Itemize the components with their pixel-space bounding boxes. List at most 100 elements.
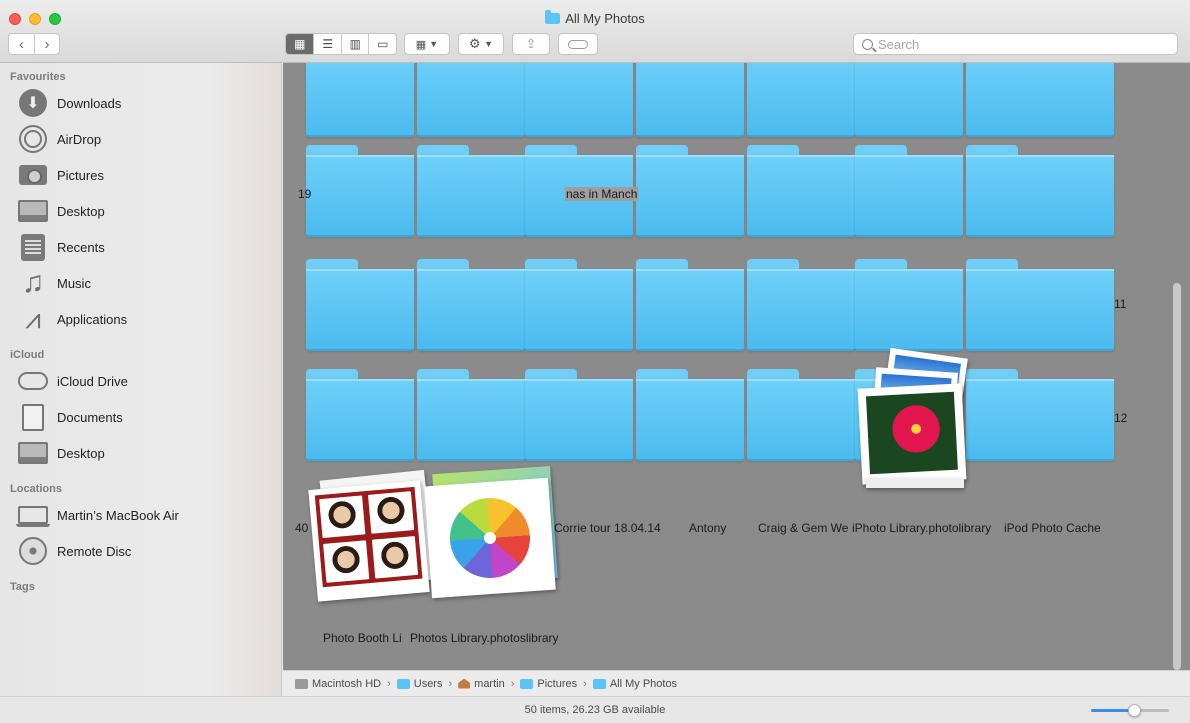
folder-icon[interactable] (417, 259, 525, 351)
file-label[interactable]: Photo Booth Li (323, 631, 402, 645)
folder-icon[interactable] (636, 259, 744, 351)
disc-icon (17, 537, 49, 565)
sidebar-section-locations: Locations (10, 483, 62, 495)
file-label: 19 (298, 187, 312, 201)
folder-icon[interactable] (417, 63, 525, 137)
sidebar-item-icloud-drive[interactable]: iCloud Drive (17, 366, 267, 396)
folder-icon[interactable] (306, 259, 414, 351)
folder-icon[interactable] (525, 63, 633, 137)
folder-icon[interactable] (966, 259, 1114, 351)
file-label[interactable]: Craig & Gem We (758, 521, 848, 535)
sidebar-item-recents[interactable]: Recents (17, 232, 267, 262)
columns-icon: ▥ (349, 37, 361, 51)
folder-icon[interactable] (747, 63, 855, 137)
breadcrumb-pictures[interactable]: Pictures (520, 678, 577, 690)
sidebar-item-downloads[interactable]: ⬇ Downloads (17, 88, 267, 118)
folder-icon[interactable] (855, 63, 963, 137)
sidebar-item-applications[interactable]: ⩘ Applications (17, 303, 267, 334)
document-icon (17, 403, 49, 431)
file-label[interactable]: Photos Library.photoslibrary (410, 631, 559, 645)
search-field[interactable] (853, 33, 1178, 55)
file-label: 11 (1114, 297, 1127, 311)
folder-icon[interactable] (747, 145, 855, 237)
sidebar-item-label: Documents (57, 409, 123, 425)
sidebar-item-label: Applications (57, 311, 128, 327)
breadcrumb-martin[interactable]: martin (458, 678, 505, 690)
folder-icon[interactable] (966, 63, 1114, 137)
sidebar-item-documents[interactable]: Documents (17, 402, 267, 432)
folder-icon[interactable] (747, 259, 855, 351)
camera-icon (17, 161, 49, 189)
sidebar-item-music[interactable]: ♫ Music (17, 266, 267, 299)
chevron-left-icon: ‹ (18, 35, 24, 53)
breadcrumb-users[interactable]: Users (396, 678, 442, 690)
sidebar-item-desktop[interactable]: Desktop (17, 196, 267, 226)
slider-knob[interactable] (1127, 704, 1141, 717)
folder-icon[interactable] (306, 63, 414, 137)
sidebar-item-pictures[interactable]: Pictures (17, 160, 267, 190)
back-button[interactable]: ‹ (9, 34, 34, 54)
file-label[interactable]: Antony (689, 521, 726, 535)
folder-icon[interactable] (747, 369, 855, 461)
photos-app-icon (447, 495, 533, 581)
folder-icon[interactable] (966, 145, 1114, 237)
chevron-right-icon: › (44, 35, 50, 53)
scrollbar-thumb[interactable] (1173, 283, 1181, 670)
photo-booth-library-icon[interactable] (305, 469, 436, 606)
action-menu-button[interactable]: ⚙ ▼ (458, 33, 504, 55)
folder-icon[interactable] (636, 145, 744, 237)
hard-drive-icon (295, 678, 308, 689)
file-label: 12 (1114, 411, 1128, 425)
sidebar-item-label: AirDrop (57, 131, 102, 147)
folder-icon[interactable] (525, 369, 633, 461)
folder-icon[interactable] (306, 145, 414, 237)
sidebar-item-airdrop[interactable]: AirDrop (17, 124, 267, 154)
file-label-selected[interactable]: nas in Manch (565, 187, 639, 201)
folder-icon[interactable] (855, 259, 963, 351)
list-view-button[interactable]: ☰ (313, 34, 341, 54)
sidebar-item-label: Downloads (57, 95, 122, 111)
finder-window: All My Photos ‹ › ▦ ☰ ▥ ▭ ▦ ▼ ⚙ ▼ ⇪ Sear… (0, 0, 1190, 723)
breadcrumb-label: Pictures (537, 677, 578, 690)
breadcrumb-label: Macintosh HD (312, 677, 382, 690)
folder-icon[interactable] (306, 369, 414, 461)
recents-icon (17, 233, 49, 261)
icon-view-button[interactable]: ▦ (286, 34, 314, 54)
window-title-text: All My Photos (565, 11, 645, 26)
folder-icon[interactable] (417, 369, 525, 461)
folder-icon[interactable] (417, 145, 525, 237)
group-by-button[interactable]: ▦ ▼ (404, 33, 450, 55)
column-view-button[interactable]: ▥ (340, 34, 369, 54)
folder-icon[interactable] (636, 63, 744, 137)
folder-icon[interactable] (855, 145, 963, 237)
gallery-view-button[interactable]: ▭ (368, 34, 396, 54)
window-title: All My Photos (0, 10, 1190, 26)
sidebar-item-macbook[interactable]: Martin’s MacBook Air (16, 500, 267, 530)
music-icon: ♫ (21, 266, 45, 299)
airdrop-icon (17, 125, 49, 153)
iphoto-library-icon[interactable] (856, 347, 971, 498)
breadcrumb-macintosh-hd[interactable]: Macintosh HD (295, 678, 381, 690)
search-input[interactable] (878, 36, 1158, 52)
breadcrumb-label: All My Photos (609, 677, 678, 690)
file-label[interactable]: iPhoto Library.photolibrary (852, 521, 991, 535)
home-icon (458, 678, 471, 689)
edit-tags-button[interactable] (558, 33, 598, 55)
status-bar: 50 items, 26.23 GB available (0, 696, 1190, 723)
sidebar-item-icloud-desktop[interactable]: Desktop (17, 438, 267, 468)
folder-icon[interactable] (966, 369, 1114, 461)
file-label[interactable]: iPod Photo Cache (1004, 521, 1101, 535)
file-grid[interactable]: 19 nas in Manch 11 12 40 Corrie tour 18.… (283, 63, 1190, 670)
share-button[interactable]: ⇪ (512, 33, 550, 55)
photos-library-icon[interactable] (418, 466, 563, 603)
breadcrumb-all-my-photos[interactable]: All My Photos (592, 677, 678, 690)
file-label[interactable]: Corrie tour 18.04.14 (554, 521, 661, 535)
folder-icon[interactable] (525, 259, 633, 351)
chevron-right-icon: › (583, 677, 587, 690)
forward-button[interactable]: › (33, 34, 59, 54)
folder-icon[interactable] (636, 369, 744, 461)
sidebar-section-favourites: Favourites (10, 71, 66, 83)
share-icon: ⇪ (525, 36, 537, 51)
sidebar-item-remote-disc[interactable]: Remote Disc (17, 536, 267, 566)
icon-size-slider[interactable] (1091, 704, 1169, 717)
